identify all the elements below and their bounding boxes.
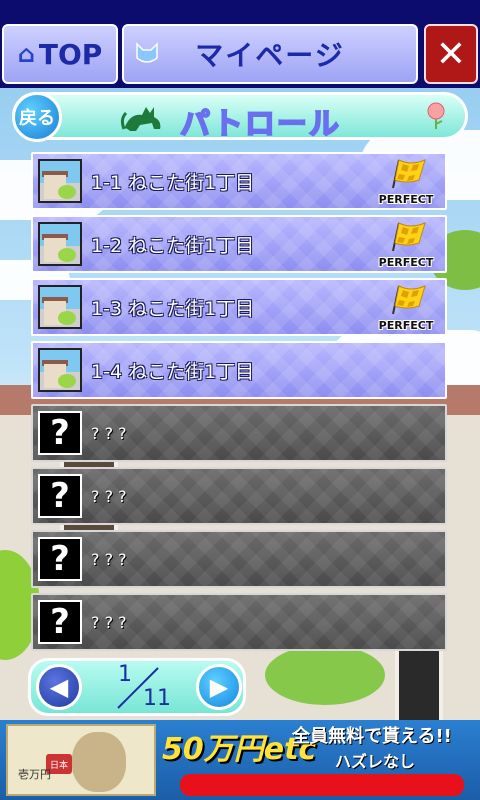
- top-button-label: TOP: [38, 37, 103, 71]
- ad-free-text: 全員無料で貰える!!: [292, 726, 452, 747]
- perfect-badge: PERFECT: [371, 284, 441, 332]
- rose-icon: [427, 102, 445, 129]
- stage-thumbnail: [38, 285, 82, 329]
- stage-list: 1-1 ねこた街1丁目 PERFECT 1-2 ねこた街1丁目 PERFECT 1-3 …: [31, 152, 447, 656]
- close-icon: ✕: [435, 33, 467, 75]
- banknote-image: 日本 壱万円: [6, 724, 156, 796]
- stage-label: 1-4 ねこた街1丁目: [91, 361, 255, 383]
- stage-label: ? ? ?: [91, 487, 127, 506]
- stage-label: 1-1 ねこた街1丁目: [91, 172, 255, 194]
- locked-question-icon: ?: [38, 411, 82, 455]
- checkered-flag-icon: [392, 222, 426, 252]
- stage-row: ? ? ? ?: [31, 467, 447, 525]
- perfect-text: PERFECT: [378, 193, 434, 206]
- cat-face-icon: [136, 42, 158, 63]
- cat-silhouette-icon: [120, 107, 161, 131]
- bill-text: 壱万円: [18, 768, 51, 781]
- ad-no-miss-text: ハズレなし: [335, 752, 416, 771]
- section-title: パトロール: [179, 106, 341, 143]
- page-total: 11: [143, 686, 171, 711]
- stage-label: 1-3 ねこた街1丁目: [91, 298, 255, 320]
- stage-row: ? ? ? ?: [31, 593, 447, 651]
- arrow-right-icon: ▶: [209, 673, 229, 701]
- page-title: マイページ: [122, 24, 418, 84]
- page-title-label: マイページ: [195, 39, 345, 72]
- stage-thumbnail: [38, 222, 82, 266]
- stage-thumbnail: [38, 348, 82, 392]
- perfect-badge: PERFECT: [371, 158, 441, 206]
- locked-question-icon: ?: [38, 537, 82, 581]
- next-page-button[interactable]: ▶: [196, 664, 242, 710]
- stage-label: 1-2 ねこた街1丁目: [91, 235, 255, 257]
- stage-thumbnail: [38, 159, 82, 203]
- perfect-text: PERFECT: [378, 256, 434, 269]
- stage-label: ? ? ?: [91, 424, 127, 443]
- ad-cta-bar[interactable]: [180, 774, 464, 796]
- stage-label: ? ? ?: [91, 550, 127, 569]
- prev-page-button[interactable]: ◀: [36, 664, 82, 710]
- close-button[interactable]: ✕: [424, 24, 478, 84]
- back-button-label: 戻る: [19, 108, 55, 129]
- back-button[interactable]: 戻る: [12, 92, 62, 142]
- locked-question-icon: ?: [38, 474, 82, 518]
- arrow-left-icon: ◀: [49, 673, 69, 701]
- stage-label: ? ? ?: [91, 613, 127, 632]
- checkered-flag-icon: [392, 285, 426, 315]
- home-icon: ⌂: [17, 40, 35, 68]
- stage-row: ? ? ? ?: [31, 530, 447, 588]
- stage-row[interactable]: 1-2 ねこた街1丁目 PERFECT: [31, 215, 447, 273]
- stage-row[interactable]: 1-4 ねこた街1丁目: [31, 341, 447, 399]
- top-button[interactable]: ⌂ TOP: [2, 24, 118, 84]
- checkered-flag-icon: [392, 159, 426, 189]
- perfect-badge: PERFECT: [371, 221, 441, 269]
- stage-row: ? ? ? ?: [31, 404, 447, 462]
- stage-row[interactable]: 1-3 ねこた街1丁目 PERFECT: [31, 278, 447, 336]
- locked-question-icon: ?: [38, 600, 82, 644]
- perfect-text: PERFECT: [378, 319, 434, 332]
- stage-row[interactable]: 1-1 ねこた街1丁目 PERFECT: [31, 152, 447, 210]
